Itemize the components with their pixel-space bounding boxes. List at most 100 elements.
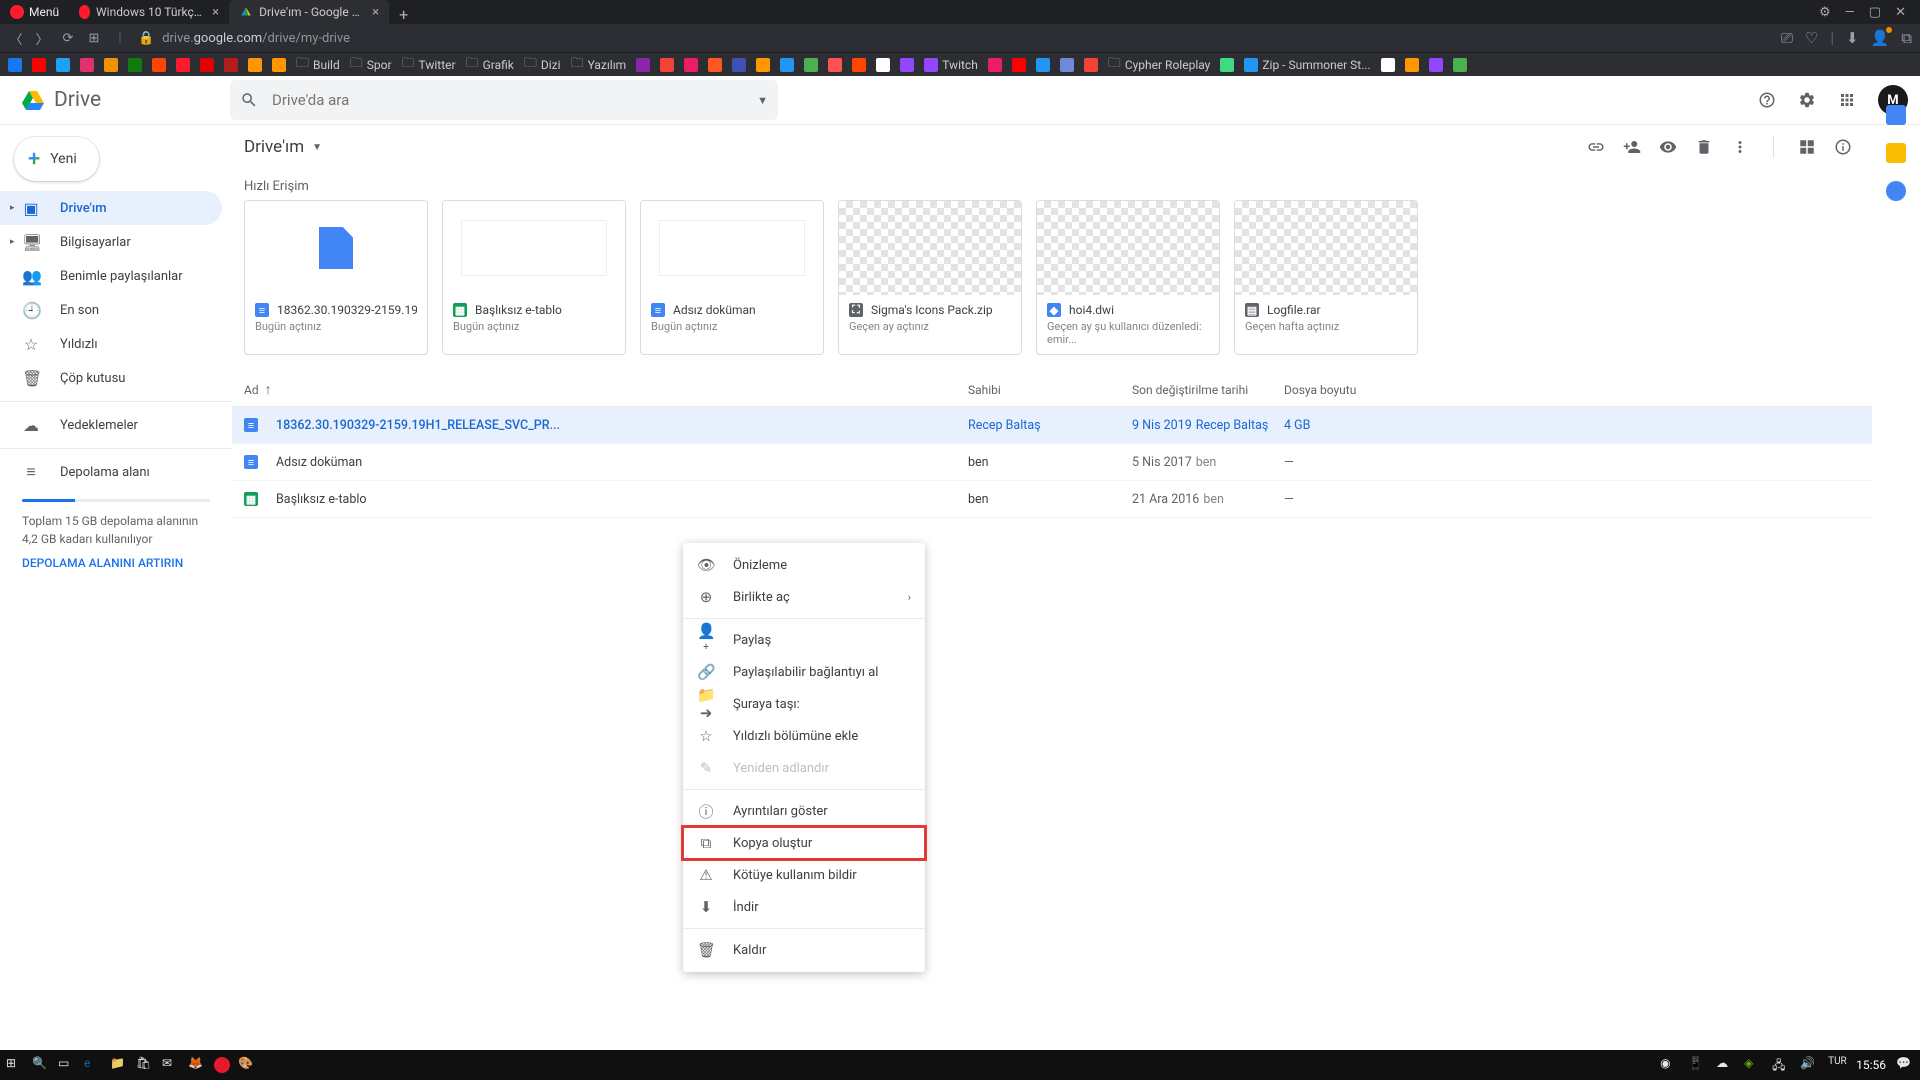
snapshot-icon[interactable]: ⎚: [1781, 29, 1793, 47]
store-icon[interactable]: 🛍: [136, 1056, 154, 1074]
tray-onedrive-icon[interactable]: ☁: [1716, 1056, 1734, 1074]
profile-icon[interactable]: 👤: [1871, 29, 1890, 47]
search-icon[interactable]: 🔍: [32, 1056, 50, 1074]
bookmark-item[interactable]: [684, 58, 698, 72]
grid-view-icon[interactable]: [1798, 138, 1816, 156]
owner-link[interactable]: Recep Baltaş: [968, 418, 1041, 433]
upgrade-storage-link[interactable]: DEPOLAMA ALANINI ARTIRIN: [22, 554, 210, 572]
tray-lang-icon[interactable]: TUR: [1828, 1056, 1846, 1074]
tray-sound-icon[interactable]: 🔊: [1800, 1056, 1818, 1074]
opera-menu-button[interactable]: Menü: [4, 0, 69, 24]
quick-access-card[interactable]: ◆hoi4.dwiGeçen ay şu kullanıcı düzenledi…: [1036, 200, 1220, 355]
bookmark-item[interactable]: 🗀Build: [296, 54, 340, 76]
forward-icon[interactable]: 〉: [34, 29, 50, 48]
bookmark-item[interactable]: [272, 58, 286, 72]
task-view-icon[interactable]: ▭: [58, 1056, 76, 1074]
bookmark-item[interactable]: 🗀Cypher Roleplay: [1108, 54, 1211, 76]
bookmark-item[interactable]: [900, 58, 914, 72]
bookmark-item[interactable]: [636, 58, 650, 72]
back-icon[interactable]: 〈: [8, 29, 24, 48]
quick-access-card[interactable]: ≡18362.30.190329-2159.19H...Bugün açtını…: [244, 200, 428, 355]
heart-icon[interactable]: ♡: [1805, 29, 1818, 47]
table-row[interactable]: ▦Başlıksız e-tabloben21 Ara 2016ben—: [232, 481, 1872, 518]
table-row[interactable]: ≡Adsız dokümanben5 Nis 2017ben—: [232, 444, 1872, 481]
sidebar-item[interactable]: ▸🖥Bilgisayarlar: [0, 225, 222, 259]
tasks-icon[interactable]: [1886, 181, 1906, 201]
context-menu-item[interactable]: ⊕Birlikte aç›: [683, 581, 925, 613]
bookmark-item[interactable]: [804, 58, 818, 72]
bookmark-item[interactable]: [8, 58, 22, 72]
bookmark-item[interactable]: [1060, 58, 1074, 72]
new-button[interactable]: + Yeni: [14, 137, 99, 181]
sidebar-item[interactable]: 🕘En son: [0, 293, 222, 327]
app-icon[interactable]: 🎨: [238, 1056, 256, 1074]
context-menu-item[interactable]: 📁➜Şuraya taşı:: [683, 688, 925, 720]
bookmark-item[interactable]: Zip - Summoner St...: [1244, 58, 1370, 72]
bookmark-item[interactable]: [988, 58, 1002, 72]
tray-network-icon[interactable]: 🖧: [1772, 1056, 1790, 1074]
search-box[interactable]: ▼: [230, 80, 778, 120]
bookmark-item[interactable]: [780, 58, 794, 72]
tray-nvidia-icon[interactable]: ◈: [1744, 1056, 1762, 1074]
bookmark-item[interactable]: 🗀Twitter: [402, 54, 456, 76]
context-menu-item[interactable]: ⬇İndir: [683, 891, 925, 923]
bookmark-item[interactable]: [828, 58, 842, 72]
speed-dial-icon[interactable]: ⊞: [86, 31, 102, 46]
bookmark-item[interactable]: 🗀Yazılım: [571, 54, 627, 76]
search-input[interactable]: [272, 91, 743, 109]
quick-access-card[interactable]: ▦Başlıksız e-tabloBugün açtınız: [442, 200, 626, 355]
bookmark-item[interactable]: [56, 58, 70, 72]
bookmark-item[interactable]: [104, 58, 118, 72]
easy-setup-icon[interactable]: ⚙: [1819, 5, 1831, 20]
quick-access-card[interactable]: ≡Adsız dokümanBugün açtınız: [640, 200, 824, 355]
bookmark-item[interactable]: [32, 58, 46, 72]
notifications-icon[interactable]: 💬: [1896, 1056, 1914, 1074]
sidebar-item-storage[interactable]: ≡ Depolama alanı: [0, 455, 222, 489]
opera-icon[interactable]: [214, 1057, 230, 1073]
explorer-icon[interactable]: 📁: [110, 1056, 128, 1074]
close-icon[interactable]: ×: [212, 5, 219, 20]
drive-logo[interactable]: Drive: [20, 88, 218, 112]
more-icon[interactable]: [1731, 138, 1749, 156]
bookmark-item[interactable]: [1084, 58, 1098, 72]
bookmark-item[interactable]: [248, 58, 262, 72]
reload-icon[interactable]: ⟳: [60, 31, 76, 46]
maximize-icon[interactable]: ▢: [1869, 5, 1881, 20]
tray-usb-icon[interactable]: 📱: [1688, 1056, 1706, 1074]
link-icon[interactable]: [1587, 138, 1605, 156]
taskbar-clock[interactable]: 15:56: [1856, 1058, 1886, 1072]
bookmark-item[interactable]: [200, 58, 214, 72]
settings-icon[interactable]: [1798, 91, 1816, 109]
context-menu-item[interactable]: ⓘAyrıntıları göster: [683, 795, 925, 827]
bookmark-item[interactable]: [660, 58, 674, 72]
keep-icon[interactable]: [1886, 143, 1906, 163]
tray-steam-icon[interactable]: ◉: [1660, 1056, 1678, 1074]
sidebar-item[interactable]: ☆Yıldızlı: [0, 327, 222, 361]
column-name[interactable]: Ad ↑: [244, 381, 968, 398]
bookmark-item[interactable]: [1381, 58, 1395, 72]
sidebar-item[interactable]: ☁Yedeklemeler: [0, 408, 222, 442]
table-row[interactable]: ≡18362.30.190329-2159.19H1_RELEASE_SVC_P…: [232, 407, 1872, 444]
bookmark-item[interactable]: [152, 58, 166, 72]
column-modified[interactable]: Son değiştirilme tarihi: [1132, 383, 1284, 397]
bookmark-item[interactable]: [876, 58, 890, 72]
bookmark-item[interactable]: [176, 58, 190, 72]
close-icon[interactable]: ×: [372, 5, 379, 20]
close-window-icon[interactable]: ✕: [1895, 5, 1906, 20]
bookmark-item[interactable]: [1405, 58, 1419, 72]
share-icon[interactable]: [1623, 138, 1641, 156]
bookmark-item[interactable]: [756, 58, 770, 72]
preview-icon[interactable]: [1659, 138, 1677, 156]
bookmark-item[interactable]: [708, 58, 722, 72]
bookmark-item[interactable]: [1012, 58, 1026, 72]
sidebar-item[interactable]: ▸▣Drive'ım: [0, 191, 222, 225]
context-menu-item[interactable]: 🗑Kaldır: [683, 934, 925, 966]
bookmark-item[interactable]: 🗀Grafik: [466, 54, 514, 76]
quick-access-card[interactable]: ⛶Sigma's Icons Pack.zipGeçen ay açtınız: [838, 200, 1022, 355]
context-menu-item[interactable]: 🔗Paylaşılabilir bağlantıyı al: [683, 656, 925, 688]
context-menu-item[interactable]: ⚠Kötüye kullanım bildir: [683, 859, 925, 891]
firefox-icon[interactable]: 🦊: [188, 1056, 206, 1074]
breadcrumb[interactable]: Drive'ım ▼: [244, 137, 322, 157]
download-icon[interactable]: ⬇: [1846, 29, 1859, 47]
bookmark-item[interactable]: [1036, 58, 1050, 72]
